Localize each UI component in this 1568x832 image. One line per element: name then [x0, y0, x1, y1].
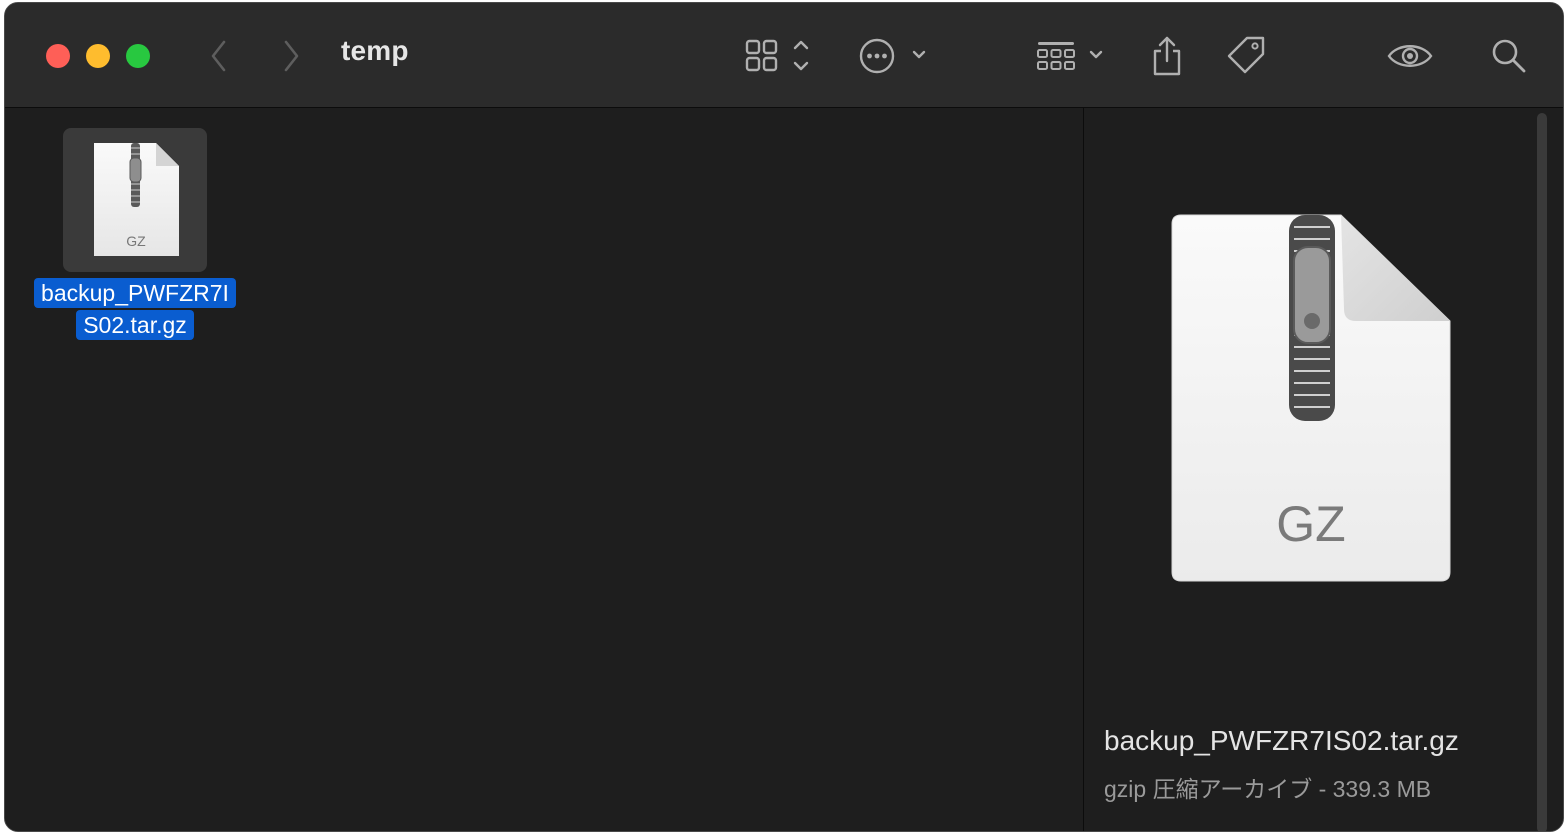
quick-look-button[interactable]: [1385, 31, 1435, 81]
chevron-left-icon: [211, 40, 226, 72]
back-button[interactable]: [201, 31, 237, 81]
more-icon: [859, 38, 926, 74]
gz-archive-icon: GZ: [94, 143, 179, 256]
minimize-window-button[interactable]: [86, 44, 110, 68]
group-icon: [1037, 42, 1103, 70]
svg-text:GZ: GZ: [126, 233, 146, 249]
search-icon: [1492, 39, 1526, 73]
gz-archive-icon: GZ: [1171, 214, 1451, 582]
tag-icon: [1227, 36, 1265, 74]
forward-button[interactable]: [273, 31, 309, 81]
action-menu-button[interactable]: [857, 31, 933, 81]
file-name-line-1: backup_PWFZR7I: [34, 278, 236, 308]
close-window-button[interactable]: [46, 44, 70, 68]
file-icon-tile: GZ: [63, 128, 207, 272]
maximize-window-button[interactable]: [126, 44, 150, 68]
toolbar: temp: [5, 3, 1563, 108]
search-button[interactable]: [1489, 31, 1529, 81]
preview-file-kind-size: gzip 圧縮アーカイブ - 339.3 MB: [1104, 776, 1432, 802]
preview-icon: GZ: [1166, 211, 1456, 606]
window-title: temp: [341, 35, 409, 66]
eye-icon: [1387, 45, 1433, 67]
group-button[interactable]: [1035, 31, 1111, 81]
preview-scrollbar[interactable]: [1537, 113, 1547, 831]
preview-pane: GZ backup_PWFZR7IS02.tar.gz gzip 圧縮アーカイブ…: [1084, 108, 1563, 831]
tag-button[interactable]: [1225, 31, 1269, 81]
file-name-label[interactable]: backup_PWFZR7I S02.tar.gz: [27, 278, 243, 342]
file-browser-area[interactable]: GZ backup_PWFZR7I S02.tar.gz: [5, 108, 1083, 831]
file-name-line-2: S02.tar.gz: [76, 310, 194, 340]
finder-window: temp GZ backup_PWFZR7I S02.tar.gz GZ bac…: [4, 2, 1564, 832]
view-mode-button[interactable]: [743, 31, 819, 81]
svg-text:GZ: GZ: [1276, 496, 1345, 552]
preview-file-name: backup_PWFZR7IS02.tar.gz: [1104, 725, 1459, 756]
chevron-right-icon: [284, 40, 299, 72]
share-icon: [1153, 36, 1181, 76]
grid-view-icon: [745, 39, 809, 72]
share-button[interactable]: [1147, 31, 1187, 81]
